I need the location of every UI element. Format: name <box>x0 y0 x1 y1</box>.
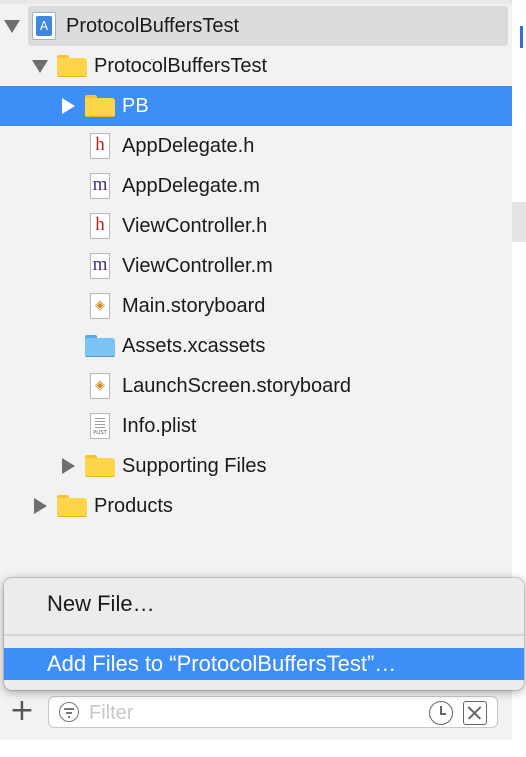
navigator-bottom-bar: + <box>0 692 512 732</box>
xcode-project-icon: A <box>32 12 56 40</box>
storyboard-file-icon: ◈ <box>90 373 110 399</box>
tree-item-label: Info.plist <box>122 414 197 437</box>
editor-accent-marker <box>520 26 523 48</box>
header-file-icon: h <box>90 133 110 159</box>
asset-catalog-icon <box>85 335 115 357</box>
tree-item-label: Products <box>94 494 173 517</box>
add-button[interactable]: + <box>8 696 36 726</box>
filter-input[interactable] <box>89 701 409 725</box>
tree-item-label: AppDelegate.m <box>122 174 260 197</box>
tree-row-launchscreen-storyboard[interactable]: ◈ LaunchScreen.storyboard <box>0 366 512 406</box>
tree-item-label: ViewController.m <box>122 254 273 277</box>
tree-item-label: AppDelegate.h <box>122 134 255 157</box>
plist-file-icon: PLIST <box>90 413 110 439</box>
folder-icon <box>57 495 87 517</box>
tree-item-label: Supporting Files <box>122 454 267 477</box>
disclosure-triangle-collapsed-icon[interactable] <box>62 458 75 474</box>
editor-gray-marker <box>512 202 526 242</box>
disclosure-triangle-collapsed-icon[interactable] <box>62 98 75 114</box>
tree-row-viewcontroller-m[interactable]: m ViewController.m <box>0 246 512 286</box>
add-popup-menu: New File… Add Files to “ProtocolBuffersT… <box>4 578 524 690</box>
implementation-file-icon: m <box>90 173 110 199</box>
recent-files-clock-icon[interactable] <box>429 701 453 725</box>
menu-item-label: Add Files to “ProtocolBuffersTest”… <box>47 651 397 676</box>
folder-icon <box>85 455 115 477</box>
tree-row-project[interactable]: A ProtocolBuffersTest <box>4 6 508 46</box>
filter-field[interactable] <box>48 696 498 728</box>
folder-icon <box>57 55 87 77</box>
tree-item-label: Assets.xcassets <box>122 334 266 357</box>
tree-row-appdelegate-h[interactable]: h AppDelegate.h <box>0 126 512 166</box>
tree-row-supporting-files[interactable]: Supporting Files <box>0 446 512 486</box>
tree-row-assets-xcassets[interactable]: Assets.xcassets <box>0 326 512 366</box>
source-control-filter-icon[interactable] <box>463 701 487 725</box>
tree-row-main-storyboard[interactable]: ◈ Main.storyboard <box>0 286 512 326</box>
tree-row-appdelegate-m[interactable]: m AppDelegate.m <box>0 166 512 206</box>
menu-item-label: New File… <box>47 591 155 616</box>
disclosure-triangle-collapsed-icon[interactable] <box>34 498 47 514</box>
tree-row-info-plist[interactable]: PLIST Info.plist <box>0 406 512 446</box>
tree-item-label: ProtocolBuffersTest <box>66 14 240 37</box>
tree-item-label: Main.storyboard <box>122 294 266 317</box>
menu-separator <box>4 634 524 636</box>
tree-row-group-protocolbufferstest[interactable]: ProtocolBuffersTest <box>0 46 512 86</box>
folder-icon <box>85 95 115 117</box>
tree-row-products[interactable]: Products <box>0 486 512 526</box>
top-divider <box>0 0 512 4</box>
tree-item-label: PB <box>122 94 149 117</box>
tree-item-label: LaunchScreen.storyboard <box>122 374 352 397</box>
tree-item-label: ProtocolBuffersTest <box>94 54 268 77</box>
tree-row-viewcontroller-h[interactable]: h ViewController.h <box>0 206 512 246</box>
tree-row-pb[interactable]: PB <box>0 86 512 126</box>
header-file-icon: h <box>90 213 110 239</box>
disclosure-triangle-expanded-icon[interactable] <box>32 60 48 73</box>
menu-item-new-file[interactable]: New File… <box>4 588 524 620</box>
disclosure-triangle-expanded-icon[interactable] <box>4 20 20 33</box>
tree-item-label: ViewController.h <box>122 214 268 237</box>
implementation-file-icon: m <box>90 253 110 279</box>
menu-item-add-files[interactable]: Add Files to “ProtocolBuffersTest”… <box>4 648 524 680</box>
filter-icon[interactable] <box>59 702 79 722</box>
storyboard-file-icon: ◈ <box>90 293 110 319</box>
plist-tag: PLIST <box>93 430 107 436</box>
